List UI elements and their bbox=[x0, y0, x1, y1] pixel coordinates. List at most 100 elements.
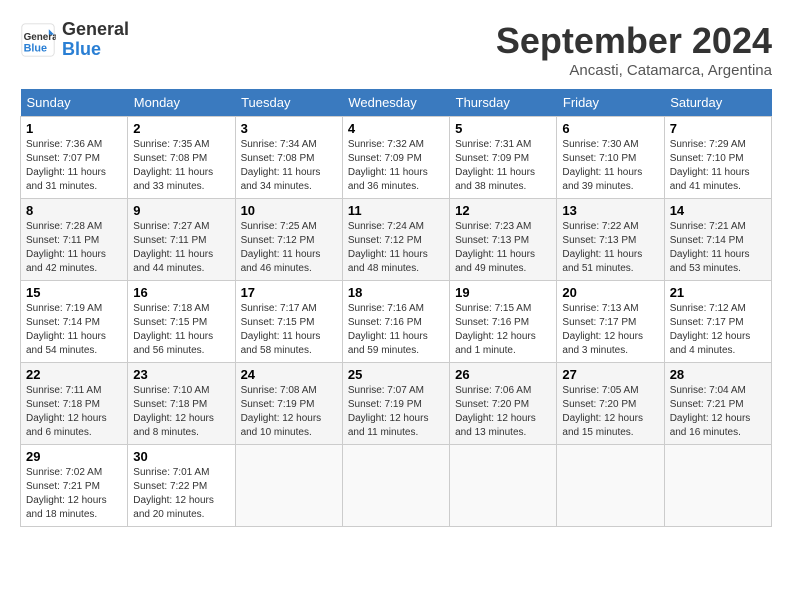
cell-content: Sunrise: 7:15 AMSunset: 7:16 PMDaylight:… bbox=[455, 303, 536, 356]
cell-content: Sunrise: 7:35 AMSunset: 7:08 PMDaylight:… bbox=[133, 139, 213, 192]
day-number: 19 bbox=[455, 285, 551, 300]
title-area: September 2024 Ancasti, Catamarca, Argen… bbox=[496, 20, 772, 79]
calendar-cell bbox=[342, 445, 449, 527]
day-number: 28 bbox=[670, 367, 766, 382]
cell-content: Sunrise: 7:04 AMSunset: 7:21 PMDaylight:… bbox=[670, 385, 751, 438]
cell-content: Sunrise: 7:29 AMSunset: 7:10 PMDaylight:… bbox=[670, 139, 750, 192]
day-number: 24 bbox=[241, 367, 337, 382]
day-number: 30 bbox=[133, 449, 229, 464]
cell-content: Sunrise: 7:30 AMSunset: 7:10 PMDaylight:… bbox=[562, 139, 642, 192]
cell-content: Sunrise: 7:22 AMSunset: 7:13 PMDaylight:… bbox=[562, 221, 642, 274]
calendar-week-3: 15 Sunrise: 7:19 AMSunset: 7:14 PMDaylig… bbox=[21, 281, 772, 363]
day-number: 21 bbox=[670, 285, 766, 300]
day-number: 7 bbox=[670, 121, 766, 136]
calendar-cell: 5 Sunrise: 7:31 AMSunset: 7:09 PMDayligh… bbox=[450, 117, 557, 199]
day-number: 9 bbox=[133, 203, 229, 218]
cell-content: Sunrise: 7:25 AMSunset: 7:12 PMDaylight:… bbox=[241, 221, 321, 274]
col-header-saturday: Saturday bbox=[664, 89, 771, 117]
logo-line1: General bbox=[62, 20, 129, 40]
cell-content: Sunrise: 7:16 AMSunset: 7:16 PMDaylight:… bbox=[348, 303, 428, 356]
calendar-cell: 3 Sunrise: 7:34 AMSunset: 7:08 PMDayligh… bbox=[235, 117, 342, 199]
calendar-cell: 27 Sunrise: 7:05 AMSunset: 7:20 PMDaylig… bbox=[557, 363, 664, 445]
day-number: 26 bbox=[455, 367, 551, 382]
calendar-cell bbox=[557, 445, 664, 527]
calendar-week-1: 1 Sunrise: 7:36 AMSunset: 7:07 PMDayligh… bbox=[21, 117, 772, 199]
calendar-cell bbox=[450, 445, 557, 527]
logo: General Blue General Blue bbox=[20, 20, 129, 60]
calendar-cell: 6 Sunrise: 7:30 AMSunset: 7:10 PMDayligh… bbox=[557, 117, 664, 199]
day-number: 6 bbox=[562, 121, 658, 136]
calendar-week-5: 29 Sunrise: 7:02 AMSunset: 7:21 PMDaylig… bbox=[21, 445, 772, 527]
calendar-cell: 21 Sunrise: 7:12 AMSunset: 7:17 PMDaylig… bbox=[664, 281, 771, 363]
day-number: 17 bbox=[241, 285, 337, 300]
calendar-cell: 8 Sunrise: 7:28 AMSunset: 7:11 PMDayligh… bbox=[21, 199, 128, 281]
day-number: 27 bbox=[562, 367, 658, 382]
cell-content: Sunrise: 7:06 AMSunset: 7:20 PMDaylight:… bbox=[455, 385, 536, 438]
day-number: 25 bbox=[348, 367, 444, 382]
cell-content: Sunrise: 7:31 AMSunset: 7:09 PMDaylight:… bbox=[455, 139, 535, 192]
cell-content: Sunrise: 7:11 AMSunset: 7:18 PMDaylight:… bbox=[26, 385, 107, 438]
col-header-sunday: Sunday bbox=[21, 89, 128, 117]
day-number: 8 bbox=[26, 203, 122, 218]
calendar-cell: 13 Sunrise: 7:22 AMSunset: 7:13 PMDaylig… bbox=[557, 199, 664, 281]
cell-content: Sunrise: 7:34 AMSunset: 7:08 PMDaylight:… bbox=[241, 139, 321, 192]
calendar-week-4: 22 Sunrise: 7:11 AMSunset: 7:18 PMDaylig… bbox=[21, 363, 772, 445]
calendar-cell: 16 Sunrise: 7:18 AMSunset: 7:15 PMDaylig… bbox=[128, 281, 235, 363]
cell-content: Sunrise: 7:05 AMSunset: 7:20 PMDaylight:… bbox=[562, 385, 643, 438]
cell-content: Sunrise: 7:24 AMSunset: 7:12 PMDaylight:… bbox=[348, 221, 428, 274]
cell-content: Sunrise: 7:07 AMSunset: 7:19 PMDaylight:… bbox=[348, 385, 429, 438]
calendar-cell: 22 Sunrise: 7:11 AMSunset: 7:18 PMDaylig… bbox=[21, 363, 128, 445]
cell-content: Sunrise: 7:13 AMSunset: 7:17 PMDaylight:… bbox=[562, 303, 643, 356]
day-number: 10 bbox=[241, 203, 337, 218]
calendar-cell: 2 Sunrise: 7:35 AMSunset: 7:08 PMDayligh… bbox=[128, 117, 235, 199]
day-number: 23 bbox=[133, 367, 229, 382]
col-header-tuesday: Tuesday bbox=[235, 89, 342, 117]
day-number: 18 bbox=[348, 285, 444, 300]
month-title: September 2024 bbox=[496, 20, 772, 62]
calendar-cell: 10 Sunrise: 7:25 AMSunset: 7:12 PMDaylig… bbox=[235, 199, 342, 281]
day-number: 29 bbox=[26, 449, 122, 464]
day-number: 22 bbox=[26, 367, 122, 382]
col-header-friday: Friday bbox=[557, 89, 664, 117]
day-number: 14 bbox=[670, 203, 766, 218]
calendar-cell: 17 Sunrise: 7:17 AMSunset: 7:15 PMDaylig… bbox=[235, 281, 342, 363]
calendar-cell: 12 Sunrise: 7:23 AMSunset: 7:13 PMDaylig… bbox=[450, 199, 557, 281]
calendar-cell: 25 Sunrise: 7:07 AMSunset: 7:19 PMDaylig… bbox=[342, 363, 449, 445]
calendar-cell: 26 Sunrise: 7:06 AMSunset: 7:20 PMDaylig… bbox=[450, 363, 557, 445]
calendar-cell: 7 Sunrise: 7:29 AMSunset: 7:10 PMDayligh… bbox=[664, 117, 771, 199]
calendar-cell: 24 Sunrise: 7:08 AMSunset: 7:19 PMDaylig… bbox=[235, 363, 342, 445]
calendar-cell: 28 Sunrise: 7:04 AMSunset: 7:21 PMDaylig… bbox=[664, 363, 771, 445]
calendar-cell bbox=[235, 445, 342, 527]
day-number: 16 bbox=[133, 285, 229, 300]
day-number: 15 bbox=[26, 285, 122, 300]
day-number: 20 bbox=[562, 285, 658, 300]
cell-content: Sunrise: 7:12 AMSunset: 7:17 PMDaylight:… bbox=[670, 303, 751, 356]
cell-content: Sunrise: 7:27 AMSunset: 7:11 PMDaylight:… bbox=[133, 221, 213, 274]
day-number: 3 bbox=[241, 121, 337, 136]
calendar-cell: 1 Sunrise: 7:36 AMSunset: 7:07 PMDayligh… bbox=[21, 117, 128, 199]
cell-content: Sunrise: 7:23 AMSunset: 7:13 PMDaylight:… bbox=[455, 221, 535, 274]
calendar-header-row: SundayMondayTuesdayWednesdayThursdayFrid… bbox=[21, 89, 772, 117]
cell-content: Sunrise: 7:21 AMSunset: 7:14 PMDaylight:… bbox=[670, 221, 750, 274]
col-header-monday: Monday bbox=[128, 89, 235, 117]
calendar-cell: 30 Sunrise: 7:01 AMSunset: 7:22 PMDaylig… bbox=[128, 445, 235, 527]
calendar-cell: 11 Sunrise: 7:24 AMSunset: 7:12 PMDaylig… bbox=[342, 199, 449, 281]
calendar-week-2: 8 Sunrise: 7:28 AMSunset: 7:11 PMDayligh… bbox=[21, 199, 772, 281]
cell-content: Sunrise: 7:28 AMSunset: 7:11 PMDaylight:… bbox=[26, 221, 106, 274]
calendar-cell: 14 Sunrise: 7:21 AMSunset: 7:14 PMDaylig… bbox=[664, 199, 771, 281]
col-header-thursday: Thursday bbox=[450, 89, 557, 117]
day-number: 13 bbox=[562, 203, 658, 218]
cell-content: Sunrise: 7:36 AMSunset: 7:07 PMDaylight:… bbox=[26, 139, 106, 192]
calendar-cell: 29 Sunrise: 7:02 AMSunset: 7:21 PMDaylig… bbox=[21, 445, 128, 527]
cell-content: Sunrise: 7:19 AMSunset: 7:14 PMDaylight:… bbox=[26, 303, 106, 356]
day-number: 11 bbox=[348, 203, 444, 218]
calendar-cell: 4 Sunrise: 7:32 AMSunset: 7:09 PMDayligh… bbox=[342, 117, 449, 199]
col-header-wednesday: Wednesday bbox=[342, 89, 449, 117]
calendar-cell: 9 Sunrise: 7:27 AMSunset: 7:11 PMDayligh… bbox=[128, 199, 235, 281]
calendar-cell: 19 Sunrise: 7:15 AMSunset: 7:16 PMDaylig… bbox=[450, 281, 557, 363]
day-number: 12 bbox=[455, 203, 551, 218]
logo-line2: Blue bbox=[62, 40, 129, 60]
svg-text:Blue: Blue bbox=[24, 42, 47, 54]
calendar-cell: 15 Sunrise: 7:19 AMSunset: 7:14 PMDaylig… bbox=[21, 281, 128, 363]
cell-content: Sunrise: 7:17 AMSunset: 7:15 PMDaylight:… bbox=[241, 303, 321, 356]
